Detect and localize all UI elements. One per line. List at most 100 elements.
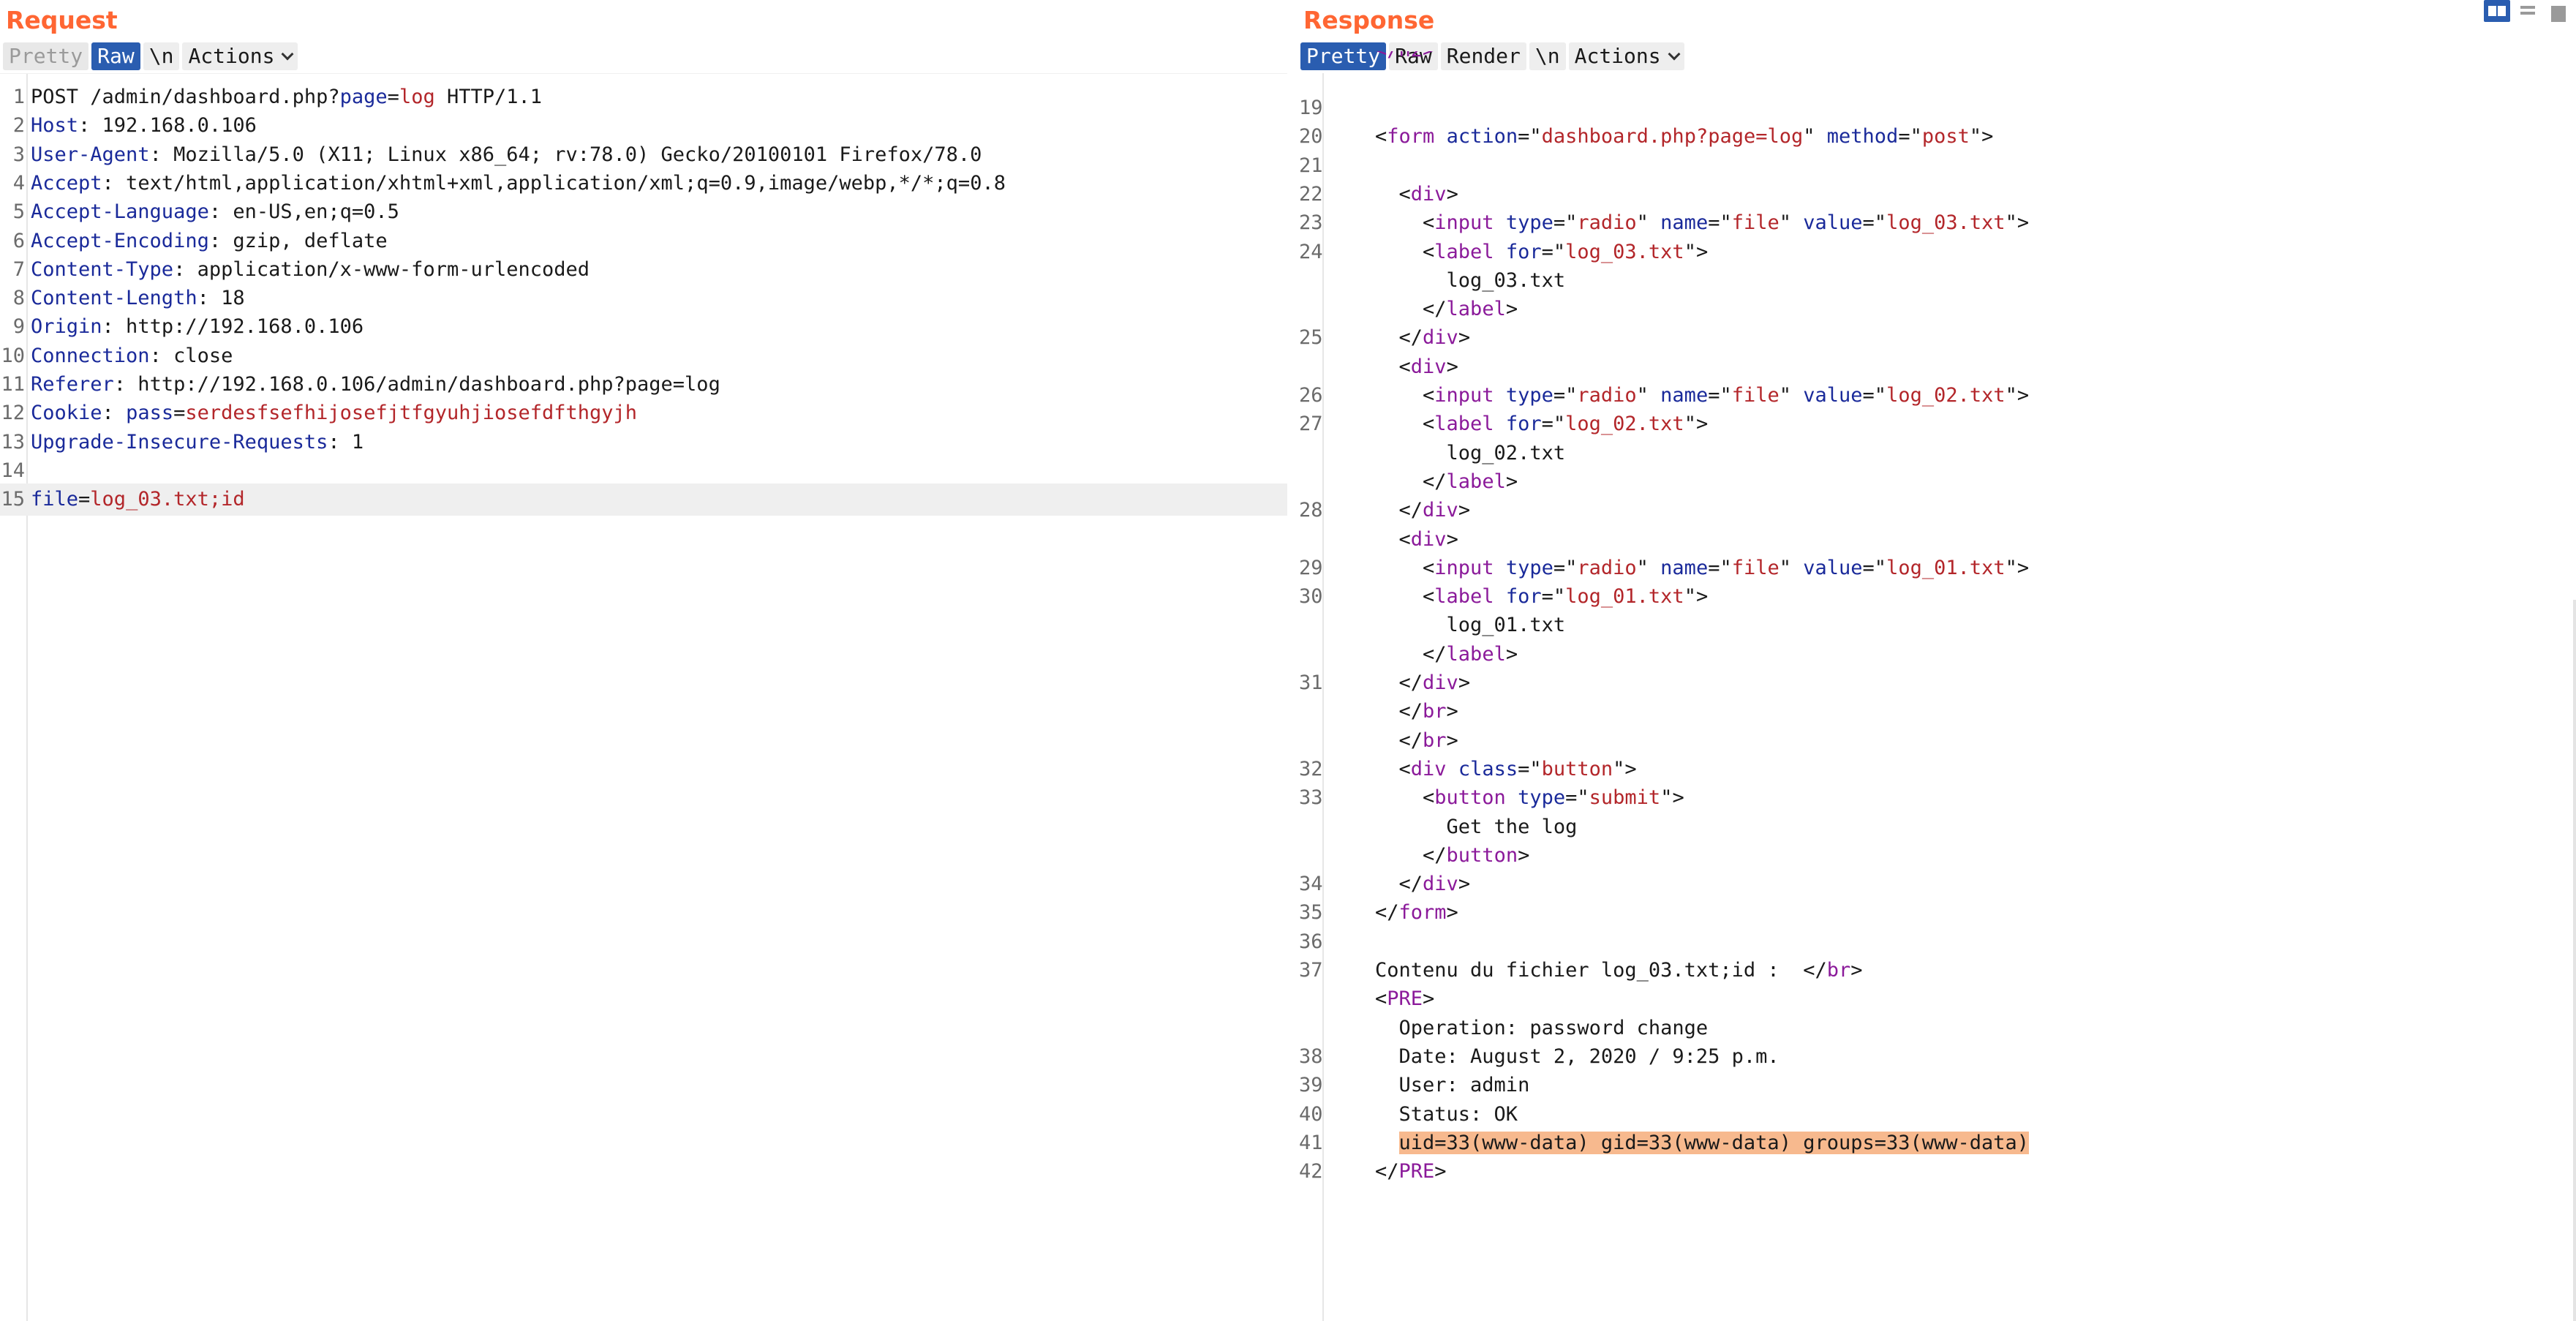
code-text: Origin: http://192.168.0.106 [31,311,364,343]
code-text: </div> [1375,667,1471,699]
code-text: </br> [1375,696,1458,728]
code-token: div [1423,499,1458,522]
code-token: < [1375,556,1435,579]
code-token: br [1423,700,1447,723]
code-token: for [1505,240,1542,263]
request-tab-pretty[interactable]: Pretty [3,42,89,70]
code-text: Accept-Language: en-US,en;q=0.5 [31,196,399,228]
code-token: > [1458,326,1471,350]
code-token: : application/x-www-form-urlencoded [173,257,590,281]
code-token: button [1434,786,1506,810]
code-line: 38 Date: August 2, 2020 / 9:25 p.m. [1296,1041,2576,1073]
tabs-layout-icon[interactable] [2545,0,2572,22]
code-token: "> [1969,125,1994,148]
code-token: </ [1375,470,1447,493]
code-line: 31 </div> [1296,667,2576,699]
code-token: name [1660,211,1709,235]
line-number: 20 [1299,125,1323,148]
code-token: radio [1577,211,1637,235]
code-text: Date: August 2, 2020 / 9:25 p.m. [1375,1041,1780,1073]
code-token: < [1375,211,1435,235]
split-vertical-icon[interactable] [2515,0,2541,22]
code-token: =" [1708,384,1732,407]
code-line: </br> [1296,725,2576,757]
code-token: " [1803,125,1827,148]
code-text: file=log_03.txt;id [31,483,245,516]
code-text: Cookie: pass=serdesfsefhijosefjtfgyuhjio… [31,397,637,429]
code-text: Accept-Encoding: gzip, deflate [31,225,388,257]
code-text: log_02.txt [1375,437,1566,470]
code-token: > [1446,355,1458,378]
request-actions-menu[interactable]: Actions [182,42,298,70]
request-tabs: Pretty Raw \n Actions [3,41,301,72]
response-scrollbar[interactable] [2573,600,2576,1321]
code-token: " [1779,211,1804,235]
code-token: > [1505,298,1518,321]
code-token: </ [1375,642,1447,666]
code-token: file [1731,384,1780,407]
code-text: <button type="submit"> [1375,782,1684,814]
code-text: uid=33(www-data) gid=33(www-data) groups… [1375,1127,2030,1159]
code-token: > [1446,700,1458,723]
code-line: 15 file=log_03.txt;id [0,483,1287,516]
response-title: Response [1303,6,1435,34]
code-text: <PRE> [1375,983,1434,1015]
line-number: 32 [1299,757,1323,780]
code-token: log_01.txt [1886,556,2006,579]
code-token: < [1375,585,1435,609]
code-text: Host: 192.168.0.106 [31,110,257,142]
code-text: <form action="dashboard.php?page=log" me… [1375,121,1993,153]
code-line: 21 [1296,150,2576,182]
code-token: : text/html,application/xhtml+xml,applic… [102,171,1006,195]
code-text: <input type="radio" name="file" value="l… [1375,380,2029,412]
code-line: 12 Cookie: pass=serdesfsefhijosefjtfgyuhj… [0,397,1287,429]
code-text: log_03.txt [1375,265,1566,297]
code-text: </label> [1375,639,1518,671]
code-token: : 18 [197,287,245,310]
highlighted-output: uid=33(www-data) gid=33(www-data) groups… [1398,1131,2030,1154]
line-number: 35 [1299,901,1323,925]
code-token: file [1731,211,1780,235]
line-number: 30 [1299,585,1323,609]
code-token: "> [1613,757,1637,780]
request-editor[interactable]: 1 POST /admin/dashboard.php?page=log HTTP… [0,73,1287,1321]
code-line: 26 <input type="radio" name="file" value… [1296,380,2576,412]
code-line: 40 Status: OK [1296,1099,2576,1131]
code-token: value [1803,556,1863,579]
code-token: Accept-Encoding [31,229,209,252]
code-token: type [1518,786,1566,810]
response-editor[interactable]: </h2> 1920<form action="dashboard.php?pa… [1296,51,2576,1321]
code-text: Upgrade-Insecure-Requests: 1 [31,426,364,459]
code-line: </label> [1296,466,2576,498]
code-token: "> [1684,240,1709,263]
pane-splitter-handle[interactable]: ⋮ [1290,660,1305,685]
code-token: radio [1577,384,1637,407]
code-token: < [1375,757,1411,780]
code-token: > [1458,499,1471,522]
code-token: Accept-Language [31,200,209,224]
line-number: 27 [1299,413,1323,436]
request-tab-raw[interactable]: Raw [91,42,140,70]
code-line: 29 <input type="radio" name="file" value… [1296,552,2576,584]
code-token: </ [1375,843,1447,867]
code-line: 13 Upgrade-Insecure-Requests: 1 [0,426,1287,459]
code-text: <div> [1375,524,1458,556]
request-tab-newline[interactable]: \n [143,42,180,70]
code-token: Content-Type [31,257,174,281]
code-token: =" [1862,211,1887,235]
code-token: label [1446,470,1506,493]
code-text: <div> [1375,178,1458,211]
code-token: for [1505,585,1542,609]
code-line: 2 Host: 192.168.0.106 [0,110,1287,142]
split-horizontal-icon[interactable] [2484,0,2510,22]
code-token: </ [1375,729,1423,752]
code-token: input [1434,384,1494,407]
code-text: Contenu du fichier log_03.txt;id : </br> [1375,955,1863,987]
code-token: label [1434,240,1494,263]
line-number: 23 [1299,211,1323,235]
code-token: =" [1541,585,1566,609]
